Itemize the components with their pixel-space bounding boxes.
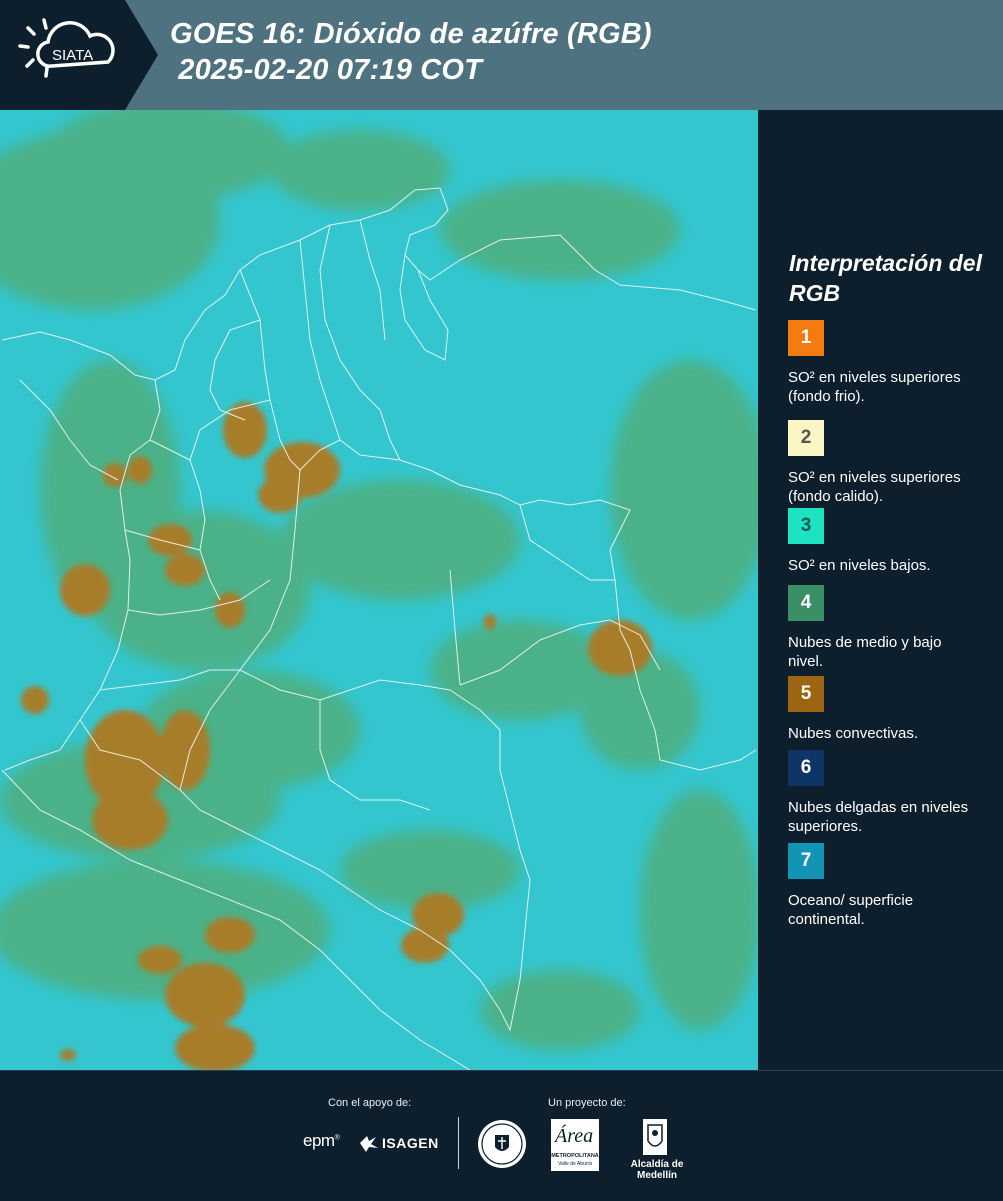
legend-swatch: 3 bbox=[788, 508, 824, 544]
area-metropolitana-logo[interactable]: Área METROPOLITANA Valle de Aburrá bbox=[551, 1119, 599, 1171]
legend-swatch: 7 bbox=[788, 843, 824, 879]
legend-label: Nubes de medio y bajo nivel. bbox=[788, 634, 942, 670]
legend-label: SO² en niveles bajos. bbox=[788, 557, 931, 574]
alcaldia-logo[interactable] bbox=[640, 1117, 670, 1162]
support-label: Con el apoyo de: bbox=[328, 1097, 412, 1109]
project-label: Un proyecto de: bbox=[548, 1097, 626, 1109]
legend-panel: Interpretación del RGB 1 SO² en niveles s… bbox=[758, 110, 1003, 1070]
legend-label: Nubes delgadas en niveles superiores. bbox=[788, 799, 969, 835]
alcaldia-label: Alcaldía de Medellín bbox=[630, 1159, 684, 1181]
legend-title: Interpretación del RGB bbox=[789, 250, 982, 306]
legend-label: SO² en niveles superiores (fondo frio). bbox=[788, 369, 961, 405]
header: SIATA GOES 16: Dióxido de azúfre (RGB) 2… bbox=[0, 0, 1003, 110]
satellite-map[interactable] bbox=[0, 110, 758, 1070]
footer-divider bbox=[458, 1117, 459, 1169]
epm-logo[interactable]: epm® bbox=[303, 1131, 340, 1151]
footer: Con el apoyo de: Un proyecto de: epm® IS… bbox=[0, 1070, 1003, 1201]
seal-icon bbox=[478, 1120, 526, 1168]
legend-label: SO² en niveles superiores (fondo calido)… bbox=[788, 469, 961, 505]
legend-item-4: 4 Nubes de medio y bajo nivel. bbox=[788, 585, 988, 671]
legend-item-6: 6 Nubes delgadas en niveles superiores. bbox=[788, 750, 988, 836]
title-line-1: GOES 16: Dióxido de azúfre (RGB) bbox=[170, 18, 652, 50]
isagen-icon bbox=[360, 1136, 378, 1152]
legend-swatch: 5 bbox=[788, 676, 824, 712]
legend-swatch: 4 bbox=[788, 585, 824, 621]
legend-item-7: 7 Oceano/ superficie continental. bbox=[788, 843, 988, 929]
legend-item-2: 2 SO² en niveles superiores (fondo calido… bbox=[788, 420, 988, 506]
legend-swatch: 6 bbox=[788, 750, 824, 786]
medellin-seal[interactable] bbox=[477, 1119, 527, 1174]
legend-item-1: 1 SO² en niveles superiores (fondo frio). bbox=[788, 320, 988, 406]
legend-swatch: 2 bbox=[788, 420, 824, 456]
page-title: GOES 16: Dióxido de azúfre (RGB) 2025-02… bbox=[170, 16, 652, 88]
legend-label: Oceano/ superficie continental. bbox=[788, 892, 914, 928]
legend-item-5: 5 Nubes convectivas. bbox=[788, 676, 988, 743]
title-line-2: 2025-02-20 07:19 COT bbox=[170, 54, 483, 86]
svg-text:SIATA: SIATA bbox=[52, 47, 93, 64]
isagen-logo[interactable]: ISAGEN bbox=[358, 1133, 438, 1158]
legend-swatch: 1 bbox=[788, 320, 824, 356]
legend-label: Nubes convectivas. bbox=[788, 725, 919, 742]
coat-of-arms-icon bbox=[643, 1119, 667, 1155]
legend-item-3: 3 SO² en niveles bajos. bbox=[788, 508, 988, 575]
siata-logo[interactable]: SIATA bbox=[0, 0, 158, 110]
